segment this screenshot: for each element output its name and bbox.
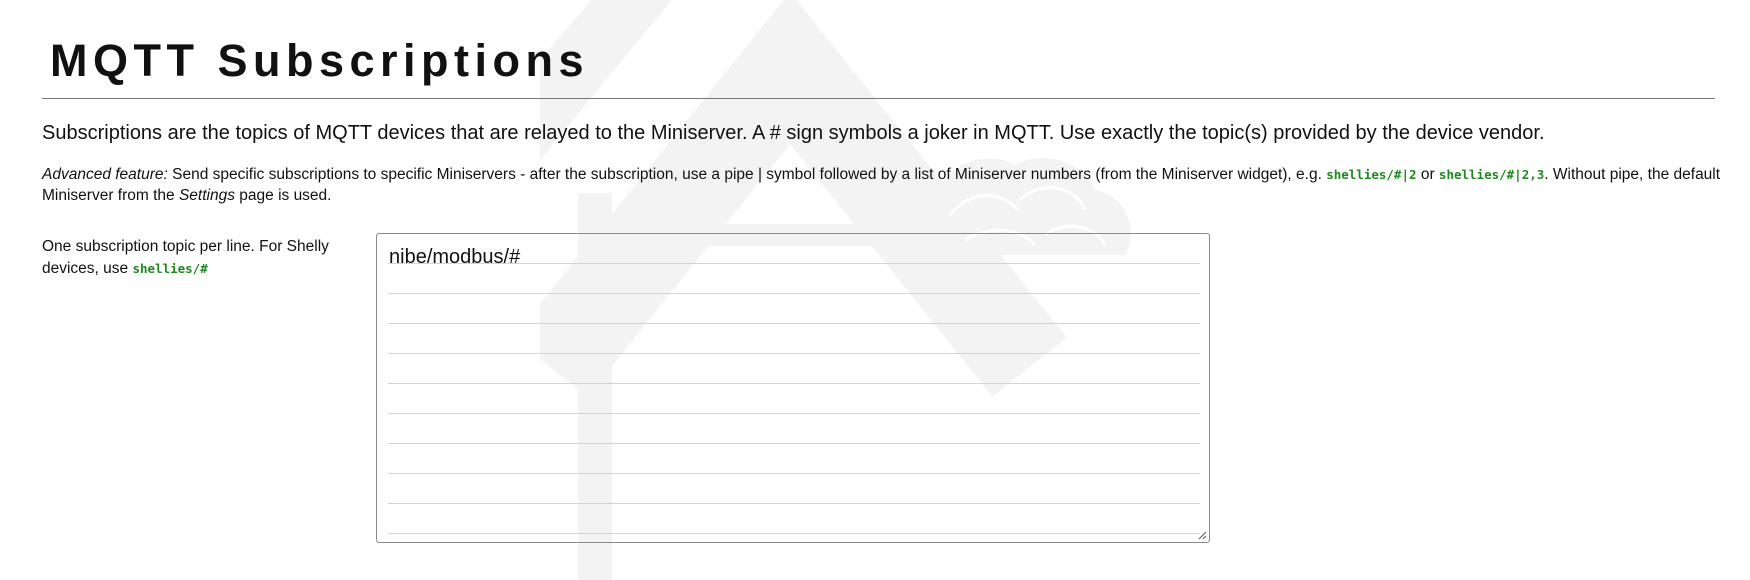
advanced-text-4: page is used. [234,187,332,204]
example-code-1: shellies/#|2 [1326,167,1417,182]
subscriptions-field-label: One subscription topic per line. For She… [42,236,362,280]
advanced-feature-label: Advanced feature: [42,166,168,183]
title-divider [42,98,1715,99]
page-title: MQTT Subscriptions [50,35,590,86]
advanced-text-1: Send specific subscriptions to specific … [167,166,1327,183]
advanced-feature-note: Advanced feature: Send specific subscrip… [42,164,1722,206]
advanced-text-2: or [1416,166,1439,183]
subscriptions-textarea-frame: nibe/modbus/# [376,233,1210,543]
resize-grip-icon[interactable] [1197,530,1207,540]
subscriptions-textarea[interactable]: nibe/modbus/# [388,234,1200,538]
settings-page-reference: Settings [178,187,235,204]
example-code-2: shellies/#|2,3 [1438,167,1545,182]
intro-text: Subscriptions are the topics of MQTT dev… [42,122,1545,144]
shellies-topic-code: shellies/# [132,261,208,276]
